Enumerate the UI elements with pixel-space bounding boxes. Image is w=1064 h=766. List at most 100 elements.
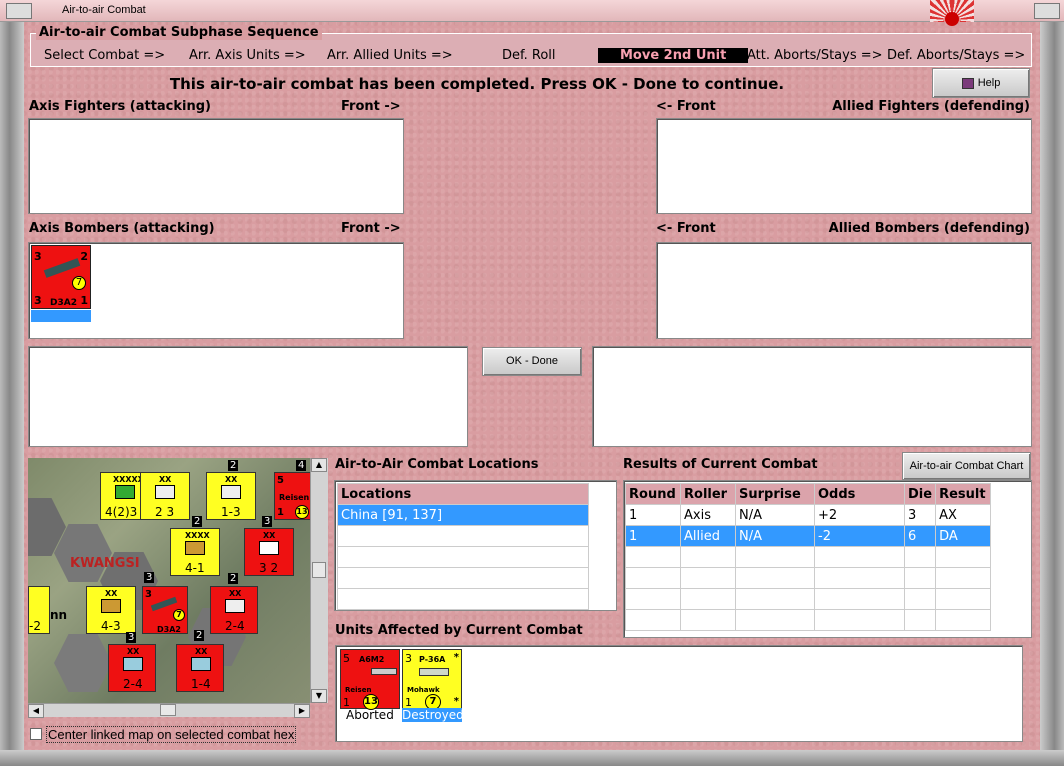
- map-counter-edge[interactable]: -2: [28, 586, 50, 634]
- results-row[interactable]: [625, 609, 992, 631]
- results-cell: N/A: [735, 504, 815, 526]
- right-frame: [1040, 22, 1064, 760]
- counter-symbol: [259, 541, 279, 555]
- results-cell: [625, 567, 681, 589]
- map-counter-d3a2[interactable]: 3 7 D3A2: [142, 586, 188, 634]
- p36a-unit-counter[interactable]: 3 P-36A * Mohawk 1 7 *: [402, 649, 462, 710]
- results-cell: [903, 588, 937, 610]
- plane-icon: [419, 668, 449, 676]
- help-book-icon: [961, 77, 974, 89]
- axis-notes-box[interactable]: [28, 346, 468, 447]
- destroyed-status: Destroyed: [402, 708, 464, 722]
- unit-star: *: [453, 652, 459, 663]
- axis-fighters-front: Front ->: [341, 99, 401, 114]
- location-row[interactable]: [337, 546, 589, 568]
- counter-top: XXXX: [185, 531, 210, 540]
- map-counter-inf[interactable]: XX 2-4: [210, 586, 258, 634]
- affected-units-box[interactable]: 5 A6M2 Reisen 1 13 Aborted 3 P-36A * Moh…: [335, 645, 1023, 742]
- results-cell: [903, 546, 937, 568]
- counter-circle: 7: [173, 609, 185, 621]
- affected-title: Units Affected by Current Combat: [335, 623, 583, 638]
- axis-bombers-box[interactable]: 3 2 7 3 1 D3A2: [28, 242, 404, 339]
- results-row[interactable]: [625, 588, 992, 610]
- unit-sub: Reisen: [345, 686, 372, 694]
- location-row[interactable]: [337, 567, 589, 589]
- bottom-frame: [0, 750, 1064, 766]
- scroll-down-icon[interactable]: ▼: [311, 689, 327, 703]
- title-bar: Air-to-air Combat: [0, 0, 1064, 26]
- horizontal-scroll-thumb[interactable]: [160, 704, 176, 716]
- map-counter-tokyo[interactable]: XX 1-3: [206, 472, 256, 520]
- unit-sub: Mohawk: [407, 686, 440, 694]
- location-row[interactable]: [337, 588, 589, 610]
- ok-done-button[interactable]: OK - Done: [482, 347, 582, 376]
- col-roller: Roller: [680, 483, 736, 505]
- map-number: 2: [194, 630, 205, 641]
- results-row[interactable]: [625, 567, 992, 589]
- location-cell: [337, 588, 589, 610]
- locations-list[interactable]: Locations China [91, 137]: [334, 480, 617, 611]
- d3a2-unit-counter[interactable]: 3 2 7 3 1 D3A2: [31, 245, 91, 322]
- counter-top: XX: [105, 589, 118, 598]
- step-def-aborts: Def. Aborts/Stays =>: [887, 48, 1026, 63]
- allied-bombers-label: Allied Bombers (defending): [828, 221, 1030, 236]
- map-counter-marine-2[interactable]: XX 1-4: [176, 644, 224, 692]
- location-cell: [337, 567, 589, 589]
- results-cell: [735, 546, 815, 568]
- axis-fighters-box[interactable]: [28, 118, 404, 214]
- step-att-aborts: Att. Aborts/Stays =>: [747, 48, 883, 63]
- step-move-2nd-unit: Move 2nd Unit: [598, 48, 749, 63]
- vertical-scroll-thumb[interactable]: [312, 562, 326, 578]
- map-vertical-scrollbar[interactable]: ▲ ▼: [310, 458, 328, 703]
- unit-top-left: 3: [405, 652, 412, 665]
- unit-name: D3A2: [50, 298, 77, 308]
- location-cell: [337, 546, 589, 568]
- results-row[interactable]: [625, 546, 992, 568]
- a6m2-unit-counter[interactable]: 5 A6M2 Reisen 1 13: [340, 649, 400, 710]
- counter-value: 4-3: [101, 619, 121, 633]
- map-horizontal-scrollbar[interactable]: ◀ ▶: [28, 703, 310, 718]
- location-row[interactable]: [337, 525, 589, 547]
- map-number: 2: [228, 460, 239, 471]
- allied-bombers-box[interactable]: [656, 242, 1032, 339]
- map-counter-reisen[interactable]: 5 Reisen 1 13: [274, 472, 314, 520]
- help-button[interactable]: Help: [932, 68, 1030, 98]
- map-counter-hq[interactable]: XX 3 2: [244, 528, 294, 576]
- map-label-nn: nn: [50, 608, 68, 622]
- step-arr-allied: Arr. Allied Units =>: [327, 48, 453, 63]
- counter-top-left: 3: [145, 589, 152, 600]
- unit-circle: 7: [72, 276, 86, 290]
- results-cell: [903, 567, 937, 589]
- region-label: KWANGSI: [70, 556, 140, 571]
- map-counter-mtn[interactable]: XX 2 3: [140, 472, 190, 520]
- results-cell: [814, 546, 905, 568]
- results-cell: +2: [814, 504, 905, 526]
- results-cell: 3: [903, 504, 937, 526]
- map-counter-marine-1[interactable]: XX 2-4: [108, 644, 156, 692]
- allied-notes-box[interactable]: [592, 346, 1032, 447]
- map-counter-38th[interactable]: XXXX 4-1: [170, 528, 220, 576]
- counter-value: 1-4: [191, 677, 211, 691]
- allied-fighters-box[interactable]: [656, 118, 1032, 214]
- results-cell: [680, 546, 736, 568]
- counter-symbol: [101, 599, 121, 613]
- results-table-box[interactable]: Round Roller Surprise Odds Die Result 1A…: [623, 480, 1032, 638]
- center-map-checkbox[interactable]: [30, 728, 42, 740]
- help-label: Help: [977, 77, 1001, 89]
- results-cell: [625, 588, 681, 610]
- scroll-up-icon[interactable]: ▲: [311, 458, 327, 472]
- location-row[interactable]: China [91, 137]: [337, 504, 589, 526]
- center-map-label: Center linked map on selected combat hex: [46, 726, 297, 743]
- linked-map[interactable]: KWANGSI nn XXXXX 4(2)3 XX 2 3 XX 1-3 XXX…: [28, 458, 328, 703]
- map-counter-peking[interactable]: XX 4-3: [86, 586, 136, 634]
- col-round: Round: [625, 483, 681, 505]
- results-row[interactable]: 1 Axis N/A +2 3 AX: [625, 504, 992, 526]
- close-button[interactable]: [1034, 3, 1060, 19]
- counter-top: XX: [127, 647, 140, 656]
- window-menu-button[interactable]: [6, 3, 32, 19]
- results-row[interactable]: 1 Allied N/A -2 6 DA: [625, 525, 992, 547]
- results-cell: 1: [625, 504, 681, 526]
- air-combat-chart-button[interactable]: Air-to-air Combat Chart: [902, 452, 1031, 480]
- scroll-left-icon[interactable]: ◀: [28, 704, 44, 718]
- scroll-right-icon[interactable]: ▶: [294, 704, 310, 718]
